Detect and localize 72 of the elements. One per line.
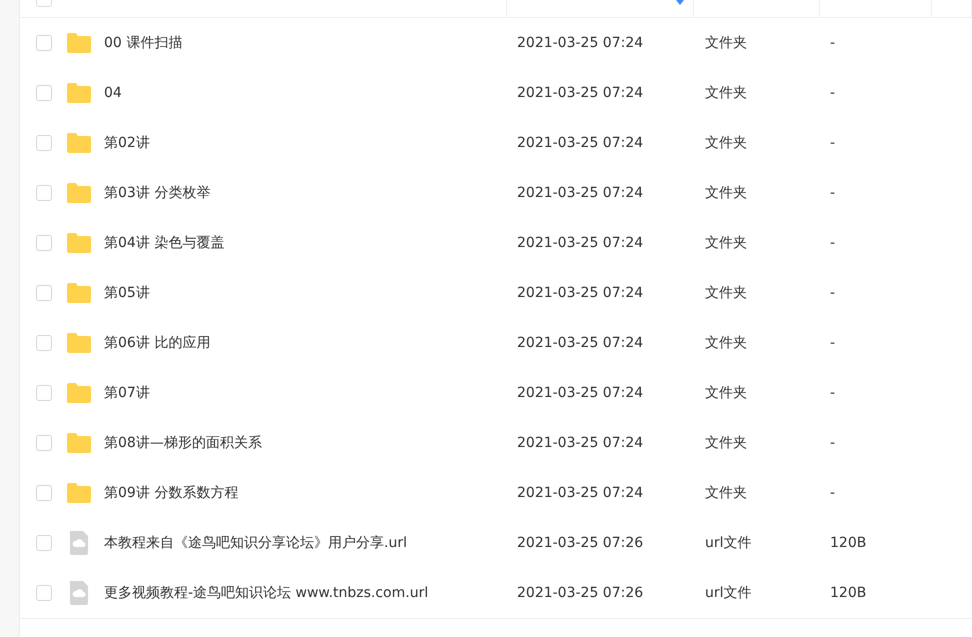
file-type: 文件夹 <box>705 285 747 301</box>
modified-time: 2021-03-25 07:24 <box>517 485 644 501</box>
row-checkbox[interactable] <box>36 535 52 551</box>
modified-time: 2021-03-25 07:24 <box>517 35 644 51</box>
file-type: 文件夹 <box>705 235 747 251</box>
file-name[interactable]: 第08讲—梯形的面积关系 <box>104 434 262 452</box>
file-type: 文件夹 <box>705 485 747 501</box>
file-size: - <box>830 85 836 101</box>
select-all-checkbox[interactable] <box>36 0 52 7</box>
modified-time: 2021-03-25 07:24 <box>517 85 644 101</box>
folder-icon <box>66 332 92 354</box>
row-checkbox[interactable] <box>36 185 52 201</box>
file-name[interactable]: 04 <box>104 85 122 101</box>
folder-icon <box>66 232 92 254</box>
file-type: 文件夹 <box>705 185 747 201</box>
file-size: - <box>830 435 836 451</box>
file-size: 120B <box>830 585 866 601</box>
file-type: 文件夹 <box>705 335 747 351</box>
file-type: 文件夹 <box>705 385 747 401</box>
row-checkbox[interactable] <box>36 435 52 451</box>
file-type: 文件夹 <box>705 85 747 101</box>
file-name[interactable]: 更多视频教程-途鸟吧知识论坛 www.tnbzs.com.url <box>104 584 428 602</box>
file-type: 文件夹 <box>705 35 747 51</box>
row-checkbox[interactable] <box>36 585 52 601</box>
modified-time: 2021-03-25 07:24 <box>517 435 644 451</box>
file-name[interactable]: 第05讲 <box>104 284 150 302</box>
folder-icon <box>66 32 92 54</box>
file-size: - <box>830 385 836 401</box>
modified-time: 2021-03-25 07:24 <box>517 285 644 301</box>
folder-icon <box>66 482 92 504</box>
file-size: 120B <box>830 535 866 551</box>
file-type: url文件 <box>705 535 752 551</box>
file-type: 文件夹 <box>705 435 747 451</box>
modified-time: 2021-03-25 07:24 <box>517 385 644 401</box>
file-name[interactable]: 第09讲 分数系数方程 <box>104 484 238 502</box>
modified-time: 2021-03-25 07:24 <box>517 335 644 351</box>
folder-icon <box>66 182 92 204</box>
modified-time: 2021-03-25 07:26 <box>517 585 644 601</box>
file-size: - <box>830 135 836 151</box>
file-size: - <box>830 235 836 251</box>
file-size: - <box>830 485 836 501</box>
file-type: 文件夹 <box>705 135 747 151</box>
folder-icon <box>66 132 92 154</box>
file-type: url文件 <box>705 585 752 601</box>
modified-time: 2021-03-25 07:24 <box>517 235 644 251</box>
folder-icon <box>66 82 92 104</box>
row-checkbox[interactable] <box>36 135 52 151</box>
file-name[interactable]: 第07讲 <box>104 384 150 402</box>
file-name[interactable]: 第06讲 比的应用 <box>104 334 210 352</box>
row-checkbox[interactable] <box>36 385 52 401</box>
folder-icon <box>66 282 92 304</box>
folder-icon <box>66 432 92 454</box>
file-name[interactable]: 第02讲 <box>104 134 150 152</box>
file-size: - <box>830 35 836 51</box>
row-checkbox[interactable] <box>36 35 52 51</box>
file-name[interactable]: 00 课件扫描 <box>104 34 182 52</box>
row-checkbox[interactable] <box>36 285 52 301</box>
modified-time: 2021-03-25 07:24 <box>517 185 644 201</box>
file-name[interactable]: 第03讲 分类枚举 <box>104 184 210 202</box>
file-size: - <box>830 185 836 201</box>
sort-caret-icon <box>675 0 685 5</box>
modified-time: 2021-03-25 07:24 <box>517 135 644 151</box>
file-size: - <box>830 285 836 301</box>
folder-icon <box>66 382 92 404</box>
modified-time: 2021-03-25 07:26 <box>517 535 644 551</box>
row-checkbox[interactable] <box>36 85 52 101</box>
row-checkbox[interactable] <box>36 335 52 351</box>
file-size: - <box>830 335 836 351</box>
file-name[interactable]: 第04讲 染色与覆盖 <box>104 234 224 252</box>
row-checkbox[interactable] <box>36 235 52 251</box>
file-name[interactable]: 本教程来自《途鸟吧知识分享论坛》用户分享.url <box>104 534 407 552</box>
row-checkbox[interactable] <box>36 485 52 501</box>
